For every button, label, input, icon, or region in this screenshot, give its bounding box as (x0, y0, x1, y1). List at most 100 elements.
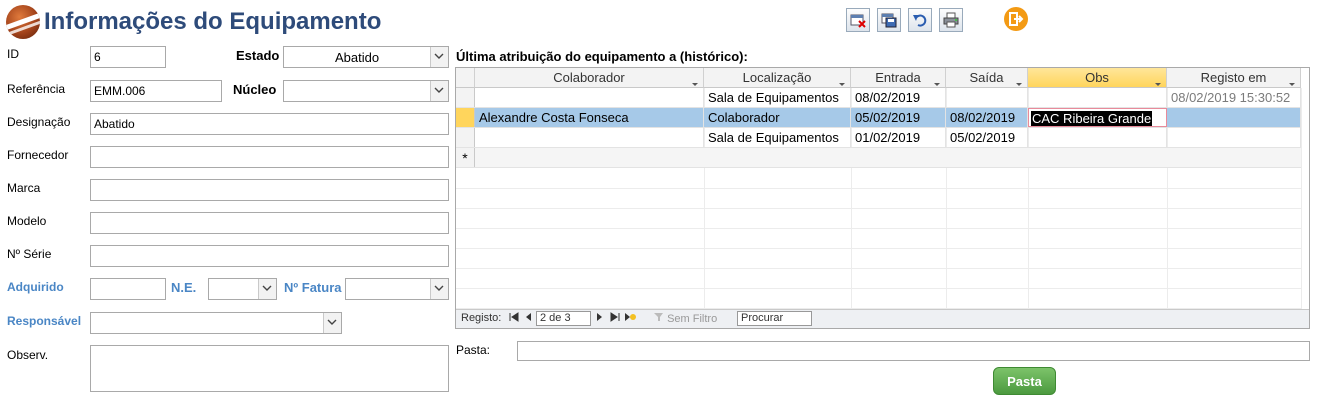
adquirido-field[interactable] (90, 278, 166, 300)
cell-saida[interactable]: 08/02/2019 (946, 108, 1028, 127)
estado-value: Abatido (334, 50, 380, 65)
exit-button[interactable] (1004, 7, 1028, 31)
chevron-down-icon (262, 285, 272, 291)
col-header-registo[interactable]: Registo em (1167, 68, 1301, 88)
cell-registo (1167, 108, 1301, 127)
table-row-selected[interactable]: Alexandre Costa Fonseca Colaborador 05/0… (456, 108, 1301, 128)
cell-registo: 08/02/2019 15:30:52 (1167, 88, 1301, 107)
filter-icon (654, 313, 663, 321)
first-record-button[interactable] (509, 312, 519, 325)
record-navigation-bar: Registo: 2 de 3 Sem Filtro Procurar (456, 309, 1309, 328)
chevron-down-icon (327, 319, 337, 325)
pasta-label: Pasta: (456, 343, 491, 357)
nucleo-dropdown-button[interactable] (430, 81, 448, 101)
next-record-icon (597, 313, 602, 321)
row-selector[interactable] (456, 128, 475, 147)
save-record-icon (881, 13, 897, 28)
app-logo (6, 5, 40, 39)
fatura-select[interactable] (345, 278, 449, 300)
observ-label: Observ. (7, 348, 49, 362)
table-row[interactable]: Sala de Equipamentos 08/02/2019 08/02/20… (456, 88, 1301, 108)
ne-dropdown-button[interactable] (258, 279, 276, 299)
first-record-icon (509, 312, 519, 322)
cell-obs[interactable] (1028, 128, 1167, 147)
page-title: Informações do Equipamento (44, 8, 382, 35)
cell-saida[interactable] (946, 88, 1028, 107)
cell-colaborador[interactable] (475, 88, 704, 107)
nucleo-select[interactable] (283, 80, 449, 102)
fatura-label: Nº Fatura (284, 280, 342, 295)
col-header-label: Obs (1085, 70, 1109, 85)
observ-field[interactable] (90, 345, 449, 392)
print-icon (943, 12, 959, 28)
col-header-entrada[interactable]: Entrada (851, 68, 946, 88)
cell-entrada[interactable]: 05/02/2019 (851, 108, 946, 127)
cell-localizacao[interactable]: Sala de Equipamentos (704, 88, 851, 107)
marca-field[interactable] (90, 179, 449, 201)
filter-button[interactable]: Sem Filtro (654, 312, 717, 325)
pasta-button[interactable]: Pasta (993, 367, 1056, 395)
last-record-button[interactable] (610, 312, 620, 325)
cell-obs[interactable] (1028, 88, 1167, 107)
estado-label: Estado (236, 48, 280, 63)
cell-obs-editing[interactable]: CAC Ribeira Grande (1028, 108, 1167, 127)
cell-localizacao[interactable]: Colaborador (704, 108, 851, 127)
search-input[interactable]: Procurar (737, 311, 812, 326)
responsavel-dropdown-button[interactable] (323, 313, 341, 333)
pasta-field[interactable] (517, 341, 1310, 361)
modelo-label: Modelo (7, 214, 47, 228)
fatura-dropdown-button[interactable] (430, 279, 448, 299)
new-record-icon (625, 313, 636, 321)
referencia-field[interactable]: EMM.006 (90, 80, 222, 102)
fornecedor-field[interactable] (90, 146, 449, 168)
id-field[interactable]: 6 (90, 46, 166, 68)
responsavel-select[interactable] (90, 312, 342, 334)
chevron-down-icon (434, 87, 444, 93)
adquirido-label: Adquirido (7, 280, 64, 294)
new-record-row[interactable]: * (456, 148, 1301, 168)
row-selector[interactable] (456, 88, 475, 107)
cell-registo (1167, 128, 1301, 147)
cell-entrada[interactable]: 01/02/2019 (851, 128, 946, 147)
estado-dropdown-button[interactable] (430, 47, 448, 67)
col-header-localizacao[interactable]: Localização (704, 68, 851, 88)
new-record-button[interactable] (624, 312, 636, 325)
history-title: Última atribuição do equipamento a (hist… (456, 49, 748, 64)
undo-icon (913, 14, 927, 27)
cell-localizacao[interactable]: Sala de Equipamentos (704, 128, 851, 147)
designacao-field[interactable]: Abatido (90, 113, 449, 135)
cell-colaborador[interactable]: Alexandre Costa Fonseca (475, 108, 704, 127)
previous-record-button[interactable] (524, 312, 532, 325)
save-record-button[interactable] (877, 8, 901, 32)
cell-obs-selected-text: CAC Ribeira Grande (1031, 111, 1153, 126)
cell-colaborador[interactable] (475, 128, 704, 147)
col-header-saida[interactable]: Saída (946, 68, 1028, 88)
previous-record-icon (526, 313, 531, 321)
id-label: ID (7, 47, 19, 61)
ne-select[interactable] (208, 278, 277, 300)
col-header-colaborador[interactable]: Colaborador (475, 68, 704, 88)
print-button[interactable] (939, 8, 963, 32)
cell-saida[interactable]: 05/02/2019 (946, 128, 1028, 147)
chevron-down-icon (434, 285, 444, 291)
estado-select[interactable]: Abatido (283, 46, 449, 68)
delete-record-button[interactable] (846, 8, 870, 32)
next-record-button[interactable] (596, 312, 604, 325)
cell-entrada[interactable]: 08/02/2019 (851, 88, 946, 107)
col-header-obs[interactable]: Obs (1028, 68, 1167, 88)
col-header-label: Colaborador (553, 70, 625, 85)
serie-field[interactable] (90, 245, 449, 267)
table-row[interactable]: Sala de Equipamentos 01/02/2019 05/02/20… (456, 128, 1301, 148)
delete-record-icon (850, 14, 866, 28)
select-all-corner[interactable] (456, 68, 475, 88)
row-selector-current[interactable] (456, 108, 475, 127)
nucleo-label: Núcleo (233, 82, 277, 97)
current-record-field[interactable]: 2 de 3 (536, 311, 591, 326)
ne-label: N.E. (171, 280, 197, 295)
modelo-field[interactable] (90, 212, 449, 234)
responsavel-label: Responsável (7, 314, 82, 328)
filter-label: Sem Filtro (667, 313, 718, 325)
fornecedor-label: Fornecedor (7, 148, 69, 162)
marca-label: Marca (7, 181, 41, 195)
undo-button[interactable] (908, 8, 932, 32)
